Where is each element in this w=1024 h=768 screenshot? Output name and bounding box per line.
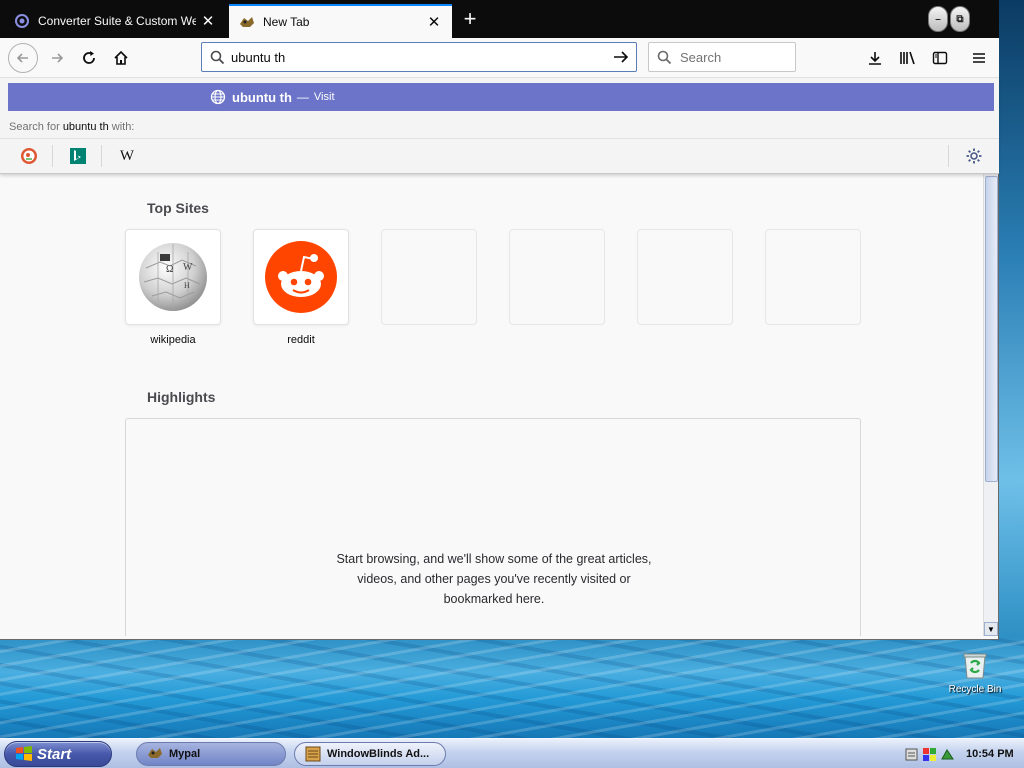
forward-arrow-icon[interactable] xyxy=(42,43,72,73)
search-engine-row: W xyxy=(0,138,999,172)
page-scrollbar[interactable]: ▼ xyxy=(983,174,998,636)
recycle-bin-desktop-icon[interactable]: Recycle Bin xyxy=(944,650,1006,695)
desktop-wallpaper-ocean xyxy=(0,636,1024,740)
url-bar[interactable] xyxy=(201,42,637,72)
highlights-message-line: videos, and other pages you've recently … xyxy=(357,572,631,586)
highlights-message-line: bookmarked here. xyxy=(443,592,545,606)
search-input[interactable] xyxy=(680,49,856,65)
top-site-tile-reddit[interactable] xyxy=(253,229,349,325)
search-with-label: Search for ubuntu th with: xyxy=(9,121,134,133)
gear-icon[interactable] xyxy=(963,145,985,167)
top-sites-title: Top Sites xyxy=(147,200,209,216)
taskbar-button-windowblinds[interactable]: WindowBlinds Ad... xyxy=(294,742,446,766)
download-icon[interactable] xyxy=(860,43,890,73)
tab-converter-suite[interactable]: Converter Suite & Custom Web Se ✕ xyxy=(4,4,226,38)
reload-icon[interactable] xyxy=(74,43,104,73)
new-tab-plus-icon[interactable]: + xyxy=(458,8,482,32)
minimize-button[interactable]: – xyxy=(928,6,948,32)
system-tray: 10:54 PM xyxy=(898,741,1022,767)
scrollbar-thumb[interactable] xyxy=(985,176,998,482)
converter-suite-favicon-icon xyxy=(14,13,30,29)
mypal-tab-favicon-icon xyxy=(239,14,255,30)
search-icon xyxy=(210,50,225,65)
svg-text:W: W xyxy=(183,262,193,273)
search-with-prefix: Search for xyxy=(9,121,60,133)
top-site-tile-empty[interactable] xyxy=(637,229,733,325)
suggestion-text: ubuntu th xyxy=(232,89,292,105)
suggestion-action: Visit xyxy=(313,91,335,103)
highlights-title: Highlights xyxy=(147,389,216,405)
visit-suggestion-row[interactable]: ubuntu th — Visit xyxy=(8,83,994,111)
top-site-tile-empty[interactable] xyxy=(509,229,605,325)
desktop-wallpaper-strip xyxy=(998,0,1024,640)
new-tab-page: Top Sites Ω W H wikipedia reddit Highlig… xyxy=(8,174,983,636)
recycle-bin-icon xyxy=(961,650,989,680)
wikipedia-engine-icon[interactable]: W xyxy=(116,145,138,167)
taskbar-button-mypal[interactable]: Mypal xyxy=(136,742,286,766)
top-site-tile-empty[interactable] xyxy=(381,229,477,325)
search-with-query: ubuntu th xyxy=(62,121,109,133)
highlights-message-line: Start browsing, and we'll show some of t… xyxy=(336,552,652,566)
close-tab-icon[interactable]: ✕ xyxy=(426,14,442,31)
top-site-label: reddit xyxy=(287,334,315,346)
windows-flag-icon xyxy=(15,745,33,763)
top-site-tile-empty[interactable] xyxy=(765,229,861,325)
taskbar-clock[interactable]: 10:54 PM xyxy=(966,748,1014,760)
recycle-bin-label: Recycle Bin xyxy=(948,684,1002,695)
search-bar[interactable] xyxy=(648,42,856,72)
globe-icon xyxy=(210,89,226,105)
start-label: Start xyxy=(37,745,72,763)
wikipedia-globe-icon: Ω W H xyxy=(139,243,207,311)
hamburger-menu-icon[interactable] xyxy=(964,43,994,73)
browser-window: Converter Suite & Custom Web Se ✕ New Ta… xyxy=(0,0,999,640)
keyboard-tray-icon[interactable] xyxy=(904,747,919,762)
restore-button[interactable]: ⧉ xyxy=(950,6,970,32)
taskbar-button-label: WindowBlinds Ad... xyxy=(327,748,430,760)
engine-divider xyxy=(101,145,102,167)
taskbar-button-label: Mypal xyxy=(169,748,201,760)
top-site-label: wikipedia xyxy=(150,334,196,346)
engine-divider xyxy=(948,145,949,167)
color-palette-tray-icon[interactable] xyxy=(922,747,937,762)
url-autocomplete-popup: ubuntu th — Visit Search for ubuntu th w… xyxy=(0,78,999,174)
search-with-suffix: with: xyxy=(111,121,135,133)
windowblinds-app-icon xyxy=(305,746,321,762)
search-icon xyxy=(657,50,672,65)
library-icon[interactable] xyxy=(893,43,923,73)
go-arrow-icon[interactable] xyxy=(612,49,630,65)
duckduckgo-engine-icon[interactable] xyxy=(18,145,40,167)
back-arrow-icon[interactable] xyxy=(8,43,38,73)
tab-title: New Tab xyxy=(263,15,310,29)
highlights-empty-box: Start browsing, and we'll show some of t… xyxy=(125,418,861,636)
suggestion-separator: — xyxy=(296,90,309,104)
home-icon[interactable] xyxy=(106,43,136,73)
sidebar-icon[interactable] xyxy=(925,43,955,73)
start-button[interactable]: Start xyxy=(4,741,112,767)
tab-title: Converter Suite & Custom Web Se xyxy=(38,14,196,28)
scroll-down-arrow-icon[interactable]: ▼ xyxy=(984,622,998,636)
top-site-tile-wikipedia[interactable]: Ω W H xyxy=(125,229,221,325)
svg-text:H: H xyxy=(184,281,190,290)
engine-divider xyxy=(52,145,53,167)
url-input[interactable] xyxy=(231,49,612,65)
window-controls: – ⧉ xyxy=(928,6,970,32)
taskbar: Start Mypal WindowBlinds Ad... 10:54 PM xyxy=(0,738,1024,768)
svg-text:Ω: Ω xyxy=(166,264,173,275)
mypal-app-icon xyxy=(147,746,163,762)
network-tray-icon[interactable] xyxy=(940,747,955,762)
close-tab-icon[interactable]: ✕ xyxy=(200,13,216,30)
tab-new-tab[interactable]: New Tab ✕ xyxy=(229,4,452,38)
bing-engine-icon[interactable] xyxy=(67,145,89,167)
navigation-toolbar xyxy=(0,38,999,78)
highlights-message: Start browsing, and we'll show some of t… xyxy=(126,549,862,609)
tab-bar: Converter Suite & Custom Web Se ✕ New Ta… xyxy=(0,0,999,38)
reddit-logo-icon xyxy=(265,241,337,313)
